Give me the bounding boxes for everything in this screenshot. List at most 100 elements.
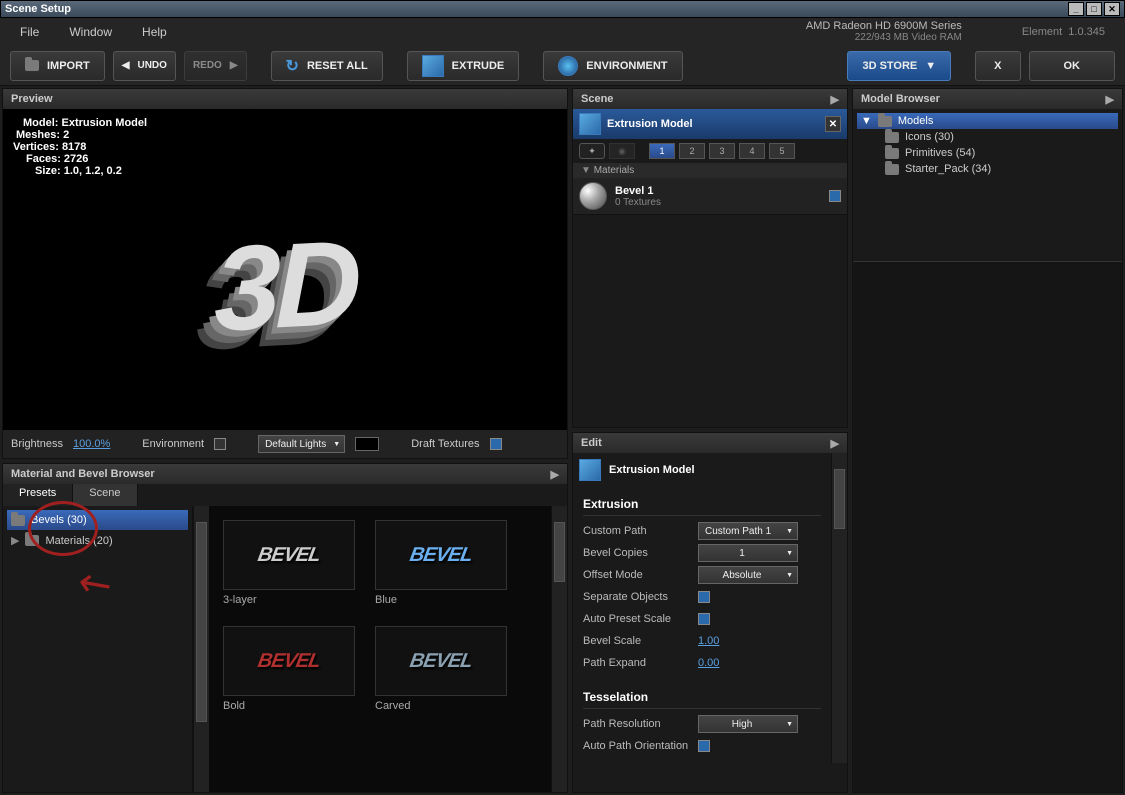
- redo-button[interactable]: REDO ▶: [184, 51, 247, 81]
- folder-icon: [885, 148, 899, 159]
- path-res-select[interactable]: High: [698, 715, 798, 733]
- mat-side-tree: Bevels (30) ▶Materials (20) ↖: [3, 506, 193, 792]
- folder-icon: [885, 164, 899, 175]
- close-button[interactable]: ✕: [1104, 2, 1120, 16]
- ring-icon[interactable]: ◉: [609, 143, 635, 159]
- edit-title: Edit: [581, 437, 602, 449]
- preset-thumb[interactable]: BEVEL 3-layer: [223, 520, 355, 606]
- cube-icon: [579, 113, 601, 135]
- material-name: Bevel 1: [615, 185, 661, 197]
- extrusion-section: Extrusion: [583, 493, 821, 516]
- tab-presets[interactable]: Presets: [3, 484, 73, 506]
- tree-item-primitives[interactable]: Primitives (54): [857, 145, 1118, 161]
- ok-button[interactable]: OK: [1029, 51, 1116, 81]
- thumb-label: Blue: [375, 590, 507, 606]
- env-check[interactable]: [214, 438, 226, 450]
- expand-icon[interactable]: ▶: [551, 468, 559, 481]
- lights-dropdown[interactable]: Default Lights: [258, 435, 345, 453]
- expand-icon[interactable]: ▶: [1106, 93, 1114, 106]
- bg-swatch[interactable]: [355, 437, 379, 451]
- thumb-label: 3-layer: [223, 590, 355, 606]
- material-check[interactable]: [829, 190, 841, 202]
- grid-scrollbar[interactable]: [551, 506, 567, 792]
- slot-3[interactable]: 3: [709, 143, 735, 159]
- title-bar: Scene Setup _ □ ✕: [0, 0, 1125, 18]
- slot-1[interactable]: 1: [649, 143, 675, 159]
- tree-item-icons[interactable]: Icons (30): [857, 129, 1118, 145]
- path-expand-value[interactable]: 0.00: [698, 657, 719, 669]
- slot-5[interactable]: 5: [769, 143, 795, 159]
- tab-scene[interactable]: Scene: [73, 484, 137, 506]
- material-item[interactable]: Bevel 1 0 Textures: [573, 178, 847, 215]
- folder-icon: [878, 116, 892, 127]
- tree-item-materials[interactable]: ▶Materials (20): [7, 530, 188, 551]
- node-icon[interactable]: ✦: [579, 143, 605, 159]
- tree-item-bevels[interactable]: Bevels (30): [7, 510, 188, 530]
- store-button[interactable]: 3D STORE ▼: [847, 51, 951, 81]
- mat-browser-title: Material and Bevel Browser: [11, 468, 155, 480]
- extrude-button[interactable]: EXTRUDE: [407, 51, 520, 81]
- scene-close-button[interactable]: ✕: [825, 116, 841, 132]
- annotation-arrow: ↖: [68, 556, 122, 613]
- environment-button[interactable]: ENVIRONMENT: [543, 51, 682, 81]
- undo-button[interactable]: ◀ UNDO: [113, 51, 176, 81]
- brightness-value[interactable]: 100.0%: [73, 438, 110, 450]
- gpu-info: AMD Radeon HD 6900M Series 222/943 MB Vi…: [197, 20, 962, 44]
- preview-viewport[interactable]: Model: Extrusion Model Meshes: 2 Vertice…: [3, 109, 567, 430]
- draft-check[interactable]: [490, 438, 502, 450]
- scene-title: Scene: [581, 93, 613, 105]
- material-sub: 0 Textures: [615, 197, 661, 208]
- cube-icon: [422, 55, 444, 77]
- refresh-icon: ↻: [286, 56, 299, 76]
- edit-model-name: Extrusion Model: [609, 464, 695, 476]
- preset-thumb[interactable]: BEVEL Blue: [375, 520, 507, 606]
- auto-orient-check[interactable]: [698, 740, 710, 752]
- gpu-vram: 222/943 MB Video RAM: [197, 32, 962, 44]
- preview-panel: Preview Model: Extrusion Model Meshes: 2…: [2, 88, 568, 459]
- version-info: Element 1.0.345: [1022, 26, 1105, 38]
- slot-4[interactable]: 4: [739, 143, 765, 159]
- auto-preset-check[interactable]: [698, 613, 710, 625]
- minimize-button[interactable]: _: [1068, 2, 1084, 16]
- preset-grid: BEVEL 3-layer BEVEL Blue BEVEL Bold BEVE…: [209, 506, 551, 792]
- bevel-scale-value[interactable]: 1.00: [698, 635, 719, 647]
- gpu-name: AMD Radeon HD 6900M Series: [197, 20, 962, 32]
- edit-scrollbar[interactable]: [831, 453, 847, 763]
- maximize-button[interactable]: □: [1086, 2, 1102, 16]
- preset-thumb[interactable]: BEVEL Carved: [375, 626, 507, 712]
- menu-help[interactable]: Help: [142, 25, 167, 39]
- preview-3d-text: 3D: [214, 213, 355, 358]
- folder-icon: [885, 132, 899, 143]
- folder-icon: [25, 535, 39, 546]
- model-browser-panel: Model Browser ▶ ▼Models Icons (30) Primit…: [852, 88, 1123, 793]
- menu-bar: File Window Help AMD Radeon HD 6900M Ser…: [0, 18, 1125, 46]
- window-title: Scene Setup: [5, 3, 1066, 15]
- toolbar: IMPORT ◀ UNDO REDO ▶ ↻RESET ALL EXTRUDE …: [0, 46, 1125, 86]
- materials-header[interactable]: Materials: [594, 165, 635, 176]
- side-scrollbar[interactable]: [193, 506, 209, 792]
- custom-path-select[interactable]: Custom Path 1: [698, 522, 798, 540]
- tess-section: Tesselation: [583, 686, 821, 709]
- model-browser-title: Model Browser: [861, 93, 940, 105]
- material-sphere-icon: [579, 182, 607, 210]
- menu-file[interactable]: File: [20, 25, 39, 39]
- model-preview-area: [853, 261, 1122, 792]
- reset-button[interactable]: ↻RESET ALL: [271, 51, 383, 81]
- separate-check[interactable]: [698, 591, 710, 603]
- expand-icon[interactable]: ▶: [831, 93, 839, 106]
- slot-2[interactable]: 2: [679, 143, 705, 159]
- preset-thumb[interactable]: BEVEL Bold: [223, 626, 355, 712]
- expand-icon[interactable]: ▶: [831, 437, 839, 450]
- material-browser-panel: Material and Bevel Browser ▶ Presets Scen…: [2, 463, 568, 793]
- bevel-copies-select[interactable]: 1: [698, 544, 798, 562]
- x-button[interactable]: X: [975, 51, 1020, 81]
- env-label: Environment: [142, 438, 204, 450]
- cube-icon: [579, 459, 601, 481]
- thumb-label: Carved: [375, 696, 507, 712]
- menu-window[interactable]: Window: [69, 25, 112, 39]
- tree-item-starter[interactable]: Starter_Pack (34): [857, 161, 1118, 177]
- tree-root-models[interactable]: ▼Models: [857, 113, 1118, 129]
- import-button[interactable]: IMPORT: [10, 51, 105, 81]
- offset-mode-select[interactable]: Absolute: [698, 566, 798, 584]
- scene-model-name: Extrusion Model: [607, 118, 693, 130]
